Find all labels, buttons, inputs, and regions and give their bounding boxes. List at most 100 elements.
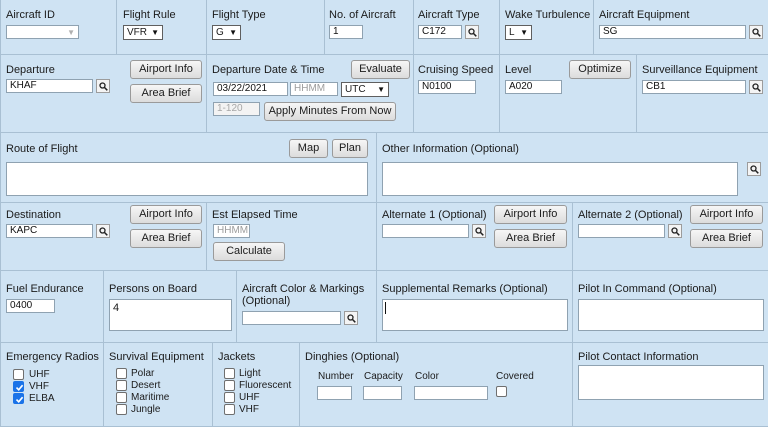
level-cell: Level Optimize A020 [500,55,637,133]
route-of-flight-textarea[interactable] [6,162,368,196]
survival-maritime-checkbox[interactable] [116,392,127,403]
destination-input[interactable]: KAPC [6,224,93,238]
departure-input[interactable]: KHAF [6,79,93,93]
departure-datetime-cell: Departure Date & Time Evaluate 03/22/202… [207,55,414,133]
aircraft-id-label: Aircraft ID [6,9,55,21]
dinghy-color-label: Color [415,371,439,382]
timezone-select[interactable]: UTC ▼ [341,82,389,97]
departure-time-input[interactable]: HHMM [290,82,338,96]
aircraft-equipment-search-button[interactable] [749,25,763,39]
search-icon [468,28,477,37]
departure-datetime-label: Departure Date & Time [212,64,325,76]
est-elapsed-time-input[interactable]: HHMM [213,224,250,238]
wake-turbulence-select[interactable]: L ▼ [505,25,532,40]
alternate-1-search-button[interactable] [472,224,486,238]
cruising-speed-input[interactable]: N0100 [418,80,476,94]
emergency-radio-uhf-checkbox[interactable] [13,369,24,380]
flight-rule-cell: Flight Rule VFR ▼ [117,0,207,55]
alternate-2-search-button[interactable] [668,224,682,238]
jacket-fluorescent-checkbox[interactable] [224,380,235,391]
wake-turbulence-cell: Wake Turbulence L ▼ [500,0,594,55]
aircraft-id-combo[interactable]: ▼ [6,25,79,39]
jacket-uhf-label: UHF [239,392,260,403]
num-aircraft-label: No. of Aircraft [329,9,396,21]
survival-desert-label: Desert [131,380,161,391]
survival-jungle-checkbox[interactable] [116,404,127,415]
cruising-speed-label: Cruising Speed [418,64,494,76]
aircraft-equipment-input[interactable]: SG [599,25,746,39]
search-icon [99,82,108,91]
jacket-light-checkbox[interactable] [224,368,235,379]
alternate-2-area-brief-button[interactable]: Area Brief [690,229,763,248]
departure-airport-info-button[interactable]: Airport Info [130,60,202,79]
destination-airport-info-button[interactable]: Airport Info [130,205,202,224]
checkmark-icon [15,384,24,391]
chevron-down-icon: ▼ [151,28,159,37]
supplemental-remarks-textarea[interactable] [382,299,568,331]
emergency-radio-vhf-checkbox[interactable] [13,381,24,392]
pilot-in-command-textarea[interactable] [578,299,764,331]
other-information-search-button[interactable] [747,162,761,176]
dinghy-covered-checkbox[interactable] [496,386,507,397]
departure-area-brief-button[interactable]: Area Brief [130,84,202,103]
flight-rule-label: Flight Rule [123,9,176,21]
dinghies-cell: Dinghies (Optional) Number Capacity Colo… [300,343,573,427]
destination-label: Destination [6,209,62,221]
plan-button[interactable]: Plan [332,139,368,158]
departure-cell: Departure KHAF Airport Info Area Brief [1,55,207,133]
destination-search-button[interactable] [96,224,110,238]
pilot-contact-cell: Pilot Contact Information [573,343,768,427]
alternate-1-airport-info-button[interactable]: Airport Info [494,205,567,224]
persons-on-board-textarea[interactable]: 4 [109,299,232,331]
jackets-label: Jackets [218,351,256,363]
pilot-in-command-label: Pilot In Command (Optional) [578,283,717,295]
alternate-1-area-brief-button[interactable]: Area Brief [494,229,567,248]
surveillance-equipment-input[interactable]: CB1 [642,80,746,94]
flight-type-label: Flight Type [212,9,266,21]
apply-minutes-button[interactable]: Apply Minutes From Now [264,102,396,121]
route-of-flight-label: Route of Flight [6,143,78,155]
dinghy-capacity-input[interactable] [363,386,402,400]
aircraft-color-search-button[interactable] [344,311,358,325]
fuel-endurance-label: Fuel Endurance [6,283,84,295]
flight-rule-select[interactable]: VFR ▼ [123,25,163,40]
flight-plan-form: Aircraft ID ▼ Flight Rule VFR ▼ Flight Ty… [0,0,768,427]
emergency-radio-vhf-label: VHF [29,381,49,392]
alternate-1-input[interactable] [382,224,469,238]
level-input[interactable]: A020 [505,80,562,94]
departure-date-input[interactable]: 03/22/2021 [213,82,288,96]
aircraft-color-cell: Aircraft Color & Markings (Optional) [237,271,377,343]
dinghy-number-input[interactable] [317,386,352,400]
alternate-2-input[interactable] [578,224,665,238]
survival-polar-checkbox[interactable] [116,368,127,379]
aircraft-color-input[interactable] [242,311,341,325]
alternate-2-airport-info-button[interactable]: Airport Info [690,205,763,224]
other-information-textarea[interactable] [382,162,738,196]
pilot-contact-textarea[interactable] [578,365,764,400]
evaluate-button[interactable]: Evaluate [351,60,410,79]
surveillance-equipment-search-button[interactable] [749,80,763,94]
flight-type-select[interactable]: G ▼ [212,25,241,40]
destination-area-brief-button[interactable]: Area Brief [130,229,202,248]
fuel-endurance-input[interactable]: 0400 [6,299,55,313]
persons-on-board-cell: Persons on Board 4 [104,271,237,343]
optimize-button[interactable]: Optimize [569,60,631,79]
destination-cell: Destination KAPC Airport Info Area Brief [1,203,207,271]
aircraft-type-search-button[interactable] [465,25,479,39]
num-aircraft-input[interactable]: 1 [329,25,363,39]
dinghy-number-label: Number [318,371,354,382]
jacket-vhf-checkbox[interactable] [224,404,235,415]
aircraft-type-label: Aircraft Type [418,9,480,21]
route-of-flight-cell: Route of Flight Map Plan [1,133,377,203]
jacket-uhf-checkbox[interactable] [224,392,235,403]
dinghy-color-input[interactable] [414,386,488,400]
checkmark-icon [15,396,24,403]
emergency-radio-elba-checkbox[interactable] [13,393,24,404]
departure-search-button[interactable] [96,79,110,93]
aircraft-color-optional-label: (Optional) [242,295,291,307]
survival-desert-checkbox[interactable] [116,380,127,391]
aircraft-type-input[interactable]: C172 [418,25,462,39]
map-button[interactable]: Map [289,139,328,158]
minutes-input[interactable]: 1-120 [213,102,260,116]
calculate-button[interactable]: Calculate [213,242,285,261]
